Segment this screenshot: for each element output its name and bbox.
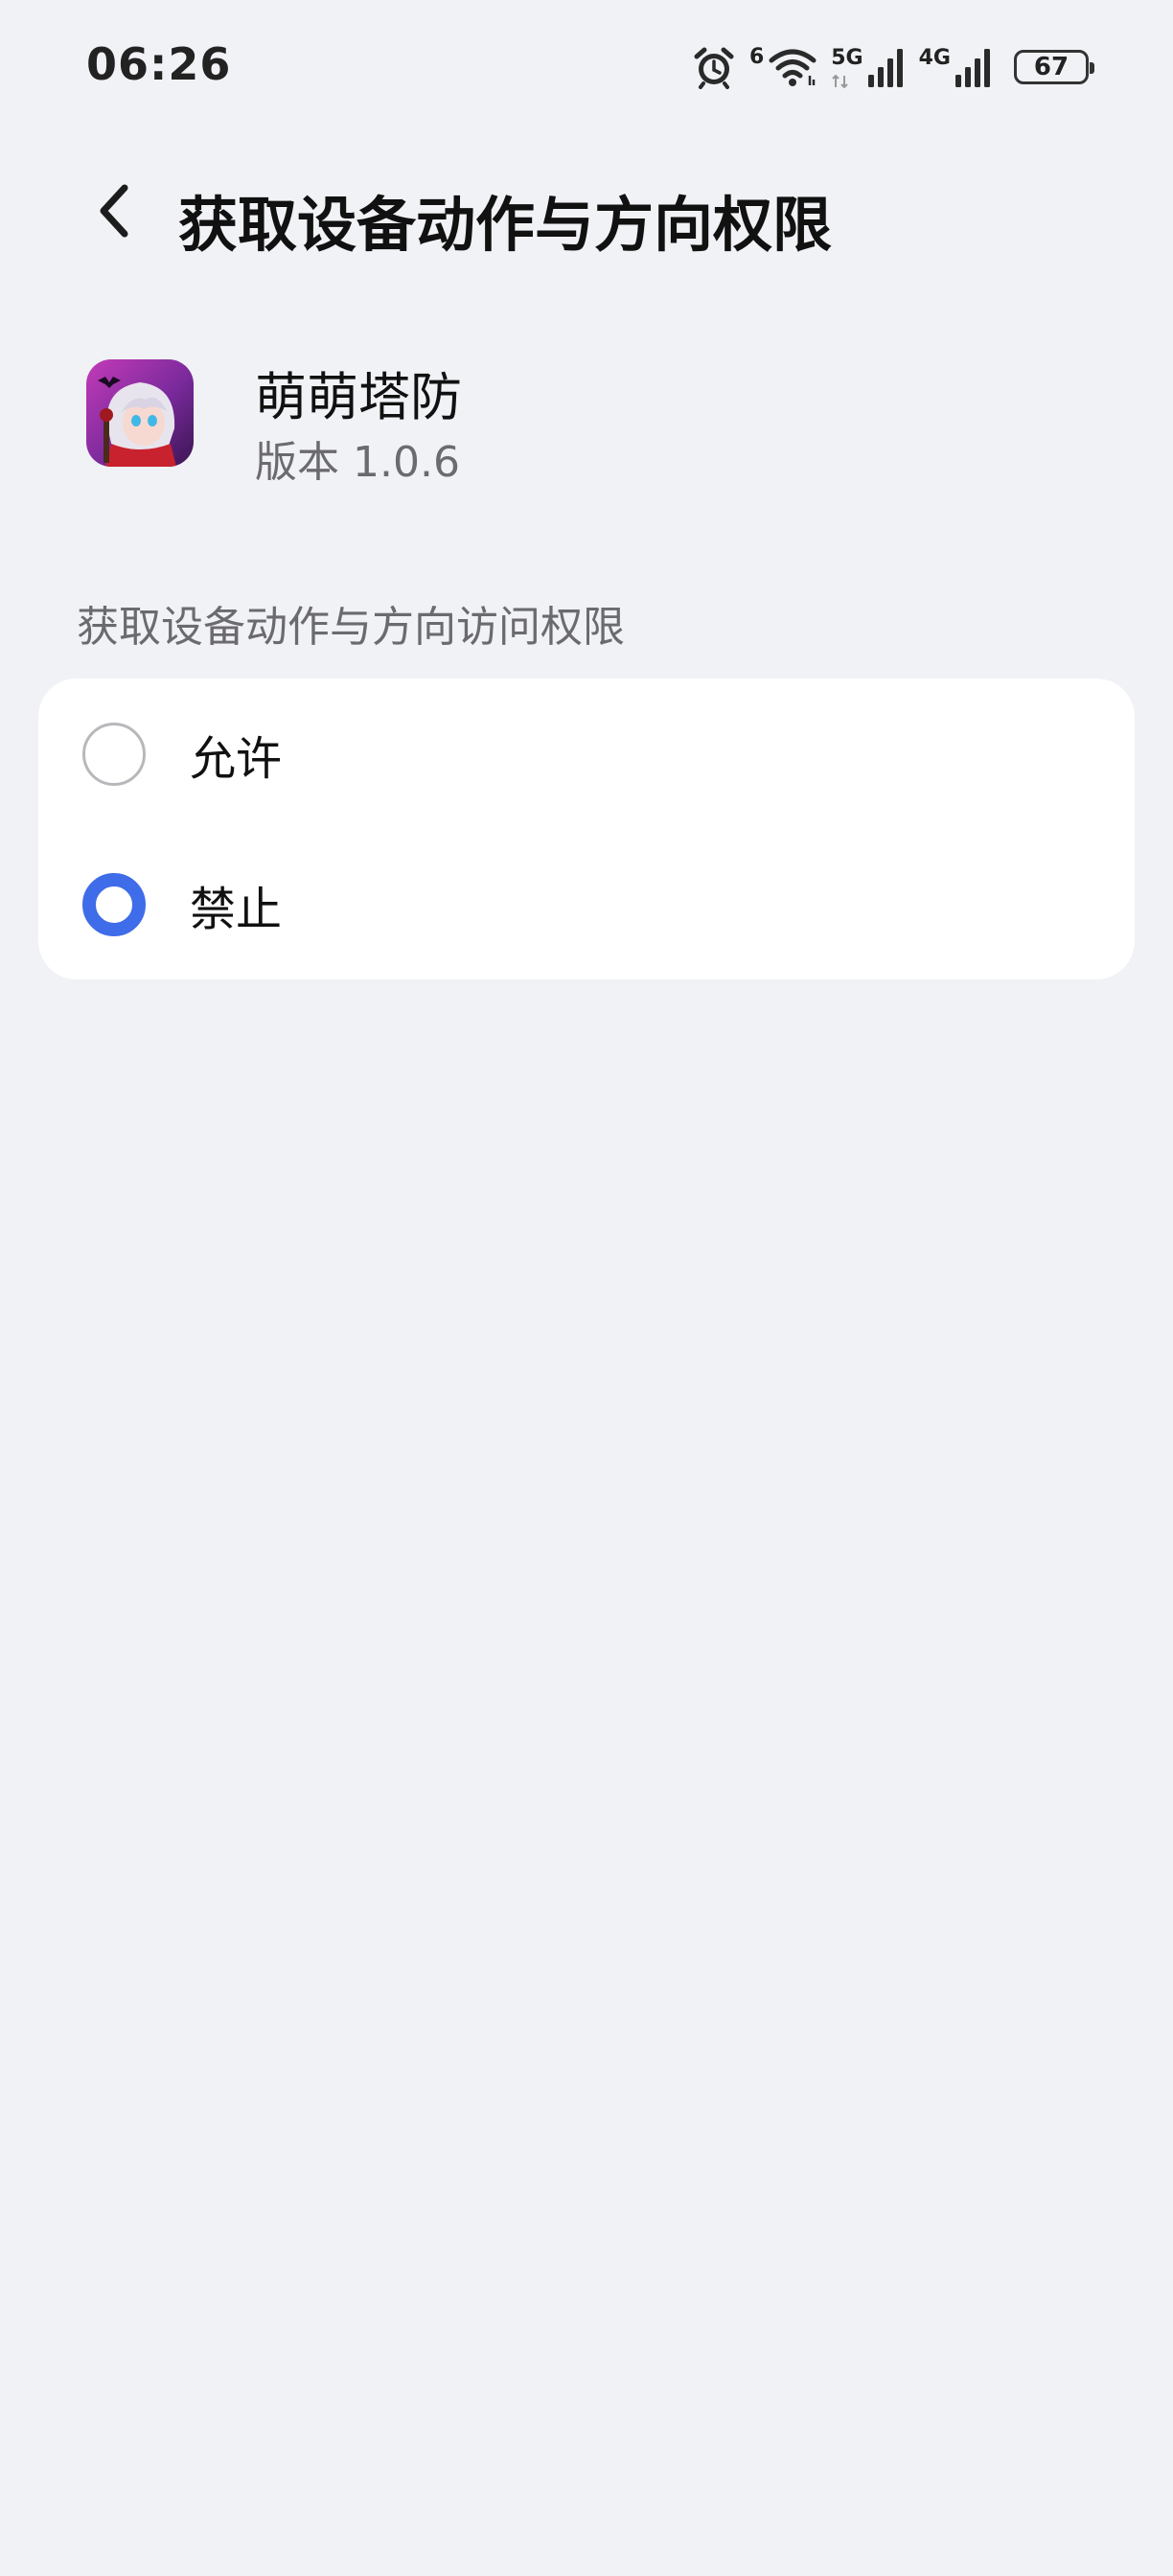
- net-5g-label: 5G: [831, 46, 863, 70]
- section-label: 获取设备动作与方向访问权限: [77, 603, 625, 652]
- signal-icon: [867, 46, 906, 88]
- app-icon: [86, 359, 194, 467]
- option-allow[interactable]: 允许: [38, 678, 1135, 829]
- permission-options: 允许 禁止: [38, 678, 1135, 979]
- chevron-left-icon: [100, 184, 128, 238]
- radio-deny[interactable]: [82, 873, 146, 936]
- option-deny-label: 禁止: [190, 883, 283, 936]
- wifi-badge: 6: [748, 45, 765, 69]
- status-time: 06:26: [86, 38, 232, 90]
- data-arrows-icon: [832, 75, 848, 88]
- wifi-indicator: 6: [749, 47, 817, 87]
- app-version: 版本 1.0.6: [255, 438, 460, 487]
- wifi-icon: [768, 47, 817, 87]
- signal-4g: 4G: [919, 46, 993, 88]
- status-bar: 06:26 6 5G 4G 67: [0, 0, 1173, 134]
- status-icons: 6 5G 4G 67: [692, 40, 1094, 94]
- app-name: 萌萌塔防: [255, 367, 462, 427]
- back-button[interactable]: [84, 182, 142, 240]
- signal-5g: 5G: [831, 46, 905, 88]
- option-deny[interactable]: 禁止: [38, 829, 1135, 979]
- signal-icon-secondary: [954, 46, 993, 88]
- page-title: 获取设备动作与方向权限: [178, 190, 833, 260]
- alarm-icon: [692, 45, 736, 89]
- radio-allow[interactable]: [82, 723, 146, 786]
- option-allow-label: 允许: [190, 732, 283, 786]
- battery-icon: 67: [1014, 50, 1094, 84]
- app-info: 萌萌塔防 版本 1.0.6: [86, 355, 1092, 487]
- net-4g-label: 4G: [918, 46, 951, 70]
- battery-level: 67: [1033, 53, 1070, 81]
- header: 获取设备动作与方向权限: [0, 163, 1173, 260]
